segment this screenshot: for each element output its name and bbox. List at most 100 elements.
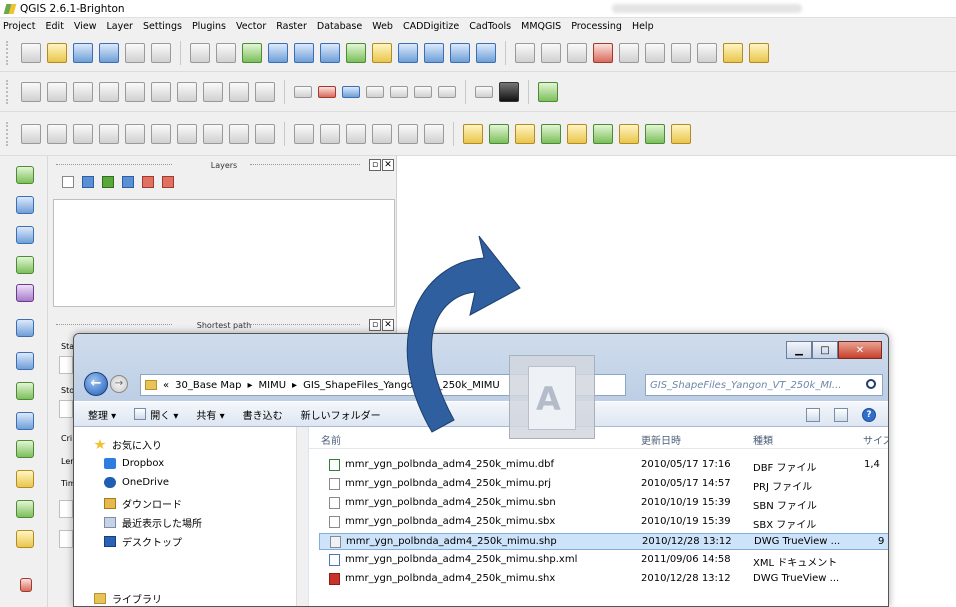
pan-hand-icon[interactable] <box>216 42 236 63</box>
back-arrow-icon[interactable]: ← <box>84 372 108 396</box>
zoom-to-selection-icon[interactable] <box>372 42 392 63</box>
new-shapefile-icon[interactable] <box>16 500 34 518</box>
zoom-actual-icon[interactable] <box>320 42 340 63</box>
breadcrumb-overflow[interactable]: « <box>163 380 169 391</box>
menu-layer[interactable]: Layer <box>106 21 133 32</box>
file-row-prj[interactable]: mmr_ygn_polbnda_adm4_250k_mimu.prj 2010/0… <box>319 476 888 493</box>
change-label-icon[interactable] <box>414 85 432 98</box>
select-features-icon[interactable] <box>567 42 587 63</box>
column-type[interactable]: 種類 <box>753 432 773 447</box>
menu-database[interactable]: Database <box>317 21 362 32</box>
rotate-feature-icon[interactable] <box>73 123 93 144</box>
zoom-to-layer-icon[interactable] <box>398 42 418 63</box>
maximize-icon[interactable]: □ <box>812 341 838 359</box>
menu-web[interactable]: Web <box>372 21 393 32</box>
rotate-symbols-icon[interactable] <box>398 123 418 144</box>
cad-tool-3-icon[interactable] <box>515 123 535 144</box>
offset-curve-icon[interactable] <box>255 123 275 144</box>
search-box[interactable]: GIS_ShapeFiles_Yangon_VT_250k_MI... <box>645 374 883 396</box>
pin-labels-icon[interactable] <box>318 85 336 98</box>
csw-icon[interactable] <box>475 85 493 98</box>
share-button[interactable]: 共有 ▾ <box>196 407 224 422</box>
paste-features-icon[interactable] <box>255 81 275 102</box>
preview-pane-icon[interactable] <box>834 408 848 422</box>
toolbar-grip[interactable] <box>6 40 11 65</box>
text-annotation-icon[interactable] <box>723 42 743 63</box>
add-mssql-layer-icon[interactable] <box>16 284 34 302</box>
rotate-label-icon[interactable] <box>390 85 408 98</box>
move-feature-icon[interactable] <box>125 81 145 102</box>
add-wms-layer-icon[interactable] <box>16 352 34 370</box>
float-panel-icon[interactable]: ▫ <box>369 319 381 331</box>
dropbox-item[interactable]: Dropbox <box>104 458 164 469</box>
breadcrumb-base-map[interactable]: 30_Base Map <box>175 380 241 391</box>
filter-icon[interactable] <box>102 176 114 188</box>
desktop-item[interactable]: デスクトップ <box>104 534 182 549</box>
delete-ring-icon[interactable] <box>177 123 197 144</box>
toolbar-grip[interactable] <box>6 121 11 146</box>
map-tips-icon[interactable] <box>697 42 717 63</box>
menu-caddigitize[interactable]: CADDigitize <box>403 21 459 32</box>
split-parts-icon[interactable] <box>320 123 340 144</box>
add-wcs-layer-icon[interactable] <box>16 382 34 400</box>
column-name[interactable]: 名前 <box>321 432 341 447</box>
redo-icon[interactable] <box>47 123 67 144</box>
field-calculator-icon[interactable] <box>671 42 691 63</box>
split-features-icon[interactable] <box>294 123 314 144</box>
line-tool-icon[interactable] <box>424 123 444 144</box>
add-wfs-layer-icon[interactable] <box>16 412 34 430</box>
float-panel-icon[interactable]: ▫ <box>369 159 381 171</box>
cad-tool-9-icon[interactable] <box>671 123 691 144</box>
cad-tool-1-icon[interactable] <box>463 123 483 144</box>
minimize-icon[interactable]: ▁ <box>786 341 812 359</box>
navigation-scrollbar[interactable] <box>296 427 308 606</box>
file-row-shp-selected[interactable]: mmr_ygn_polbnda_adm4_250k_mimu.shp 2010/1… <box>319 533 888 550</box>
column-size[interactable]: サイズ <box>863 432 888 447</box>
save-project-icon[interactable] <box>73 42 93 63</box>
refresh-icon[interactable] <box>476 42 496 63</box>
label-tool-icon[interactable] <box>294 85 312 98</box>
file-row-sbx[interactable]: mmr_ygn_polbnda_adm4_250k_mimu.sbx 2010/1… <box>319 514 888 531</box>
menu-raster[interactable]: Raster <box>276 21 307 32</box>
forward-arrow-icon[interactable]: → <box>110 375 128 393</box>
zoom-full-icon[interactable] <box>346 42 366 63</box>
close-panel-icon[interactable]: ✕ <box>382 159 394 171</box>
menu-project[interactable]: Project <box>3 21 36 32</box>
cad-tool-2-icon[interactable] <box>489 123 509 144</box>
open-button[interactable]: 開く ▾ <box>134 407 178 422</box>
merge-features-icon[interactable] <box>346 123 366 144</box>
new-project-icon[interactable] <box>21 42 41 63</box>
visibility-icon[interactable] <box>82 176 94 188</box>
simplify-feature-icon[interactable] <box>99 123 119 144</box>
undo-icon[interactable] <box>21 123 41 144</box>
menu-vector[interactable]: Vector <box>236 21 266 32</box>
add-oracle-layer-icon[interactable] <box>16 319 34 337</box>
add-spatialite-layer-icon[interactable] <box>16 256 34 274</box>
downloads-item[interactable]: ダウンロード <box>104 496 182 511</box>
cad-tool-4-icon[interactable] <box>541 123 561 144</box>
menu-help[interactable]: Help <box>632 21 654 32</box>
new-print-composer-icon[interactable] <box>125 42 145 63</box>
menu-settings[interactable]: Settings <box>143 21 182 32</box>
help-icon[interactable]: ? <box>862 408 876 422</box>
add-vector-layer-icon[interactable] <box>16 166 34 184</box>
run-action-icon[interactable] <box>541 42 561 63</box>
highlight-labels-icon[interactable] <box>342 85 360 98</box>
menu-processing[interactable]: Processing <box>571 21 622 32</box>
menu-view[interactable]: View <box>74 21 97 32</box>
favorites-item[interactable]: お気に入り <box>94 437 162 452</box>
organize-button[interactable]: 整理 ▾ <box>88 407 116 422</box>
close-icon[interactable]: ✕ <box>838 341 882 359</box>
close-panel-icon[interactable]: ✕ <box>382 319 394 331</box>
measure-icon[interactable] <box>619 42 639 63</box>
reshape-icon[interactable] <box>229 123 249 144</box>
python-console-icon[interactable] <box>538 81 558 102</box>
save-edits-icon[interactable] <box>73 81 93 102</box>
save-as-icon[interactable] <box>99 42 119 63</box>
add-postgis-layer-icon[interactable] <box>16 226 34 244</box>
stop-field[interactable] <box>59 400 73 418</box>
diamond-plugin-icon[interactable] <box>499 81 519 102</box>
gps-tool-icon[interactable] <box>20 578 32 592</box>
current-edits-icon[interactable] <box>21 81 41 102</box>
cad-tool-6-icon[interactable] <box>593 123 613 144</box>
